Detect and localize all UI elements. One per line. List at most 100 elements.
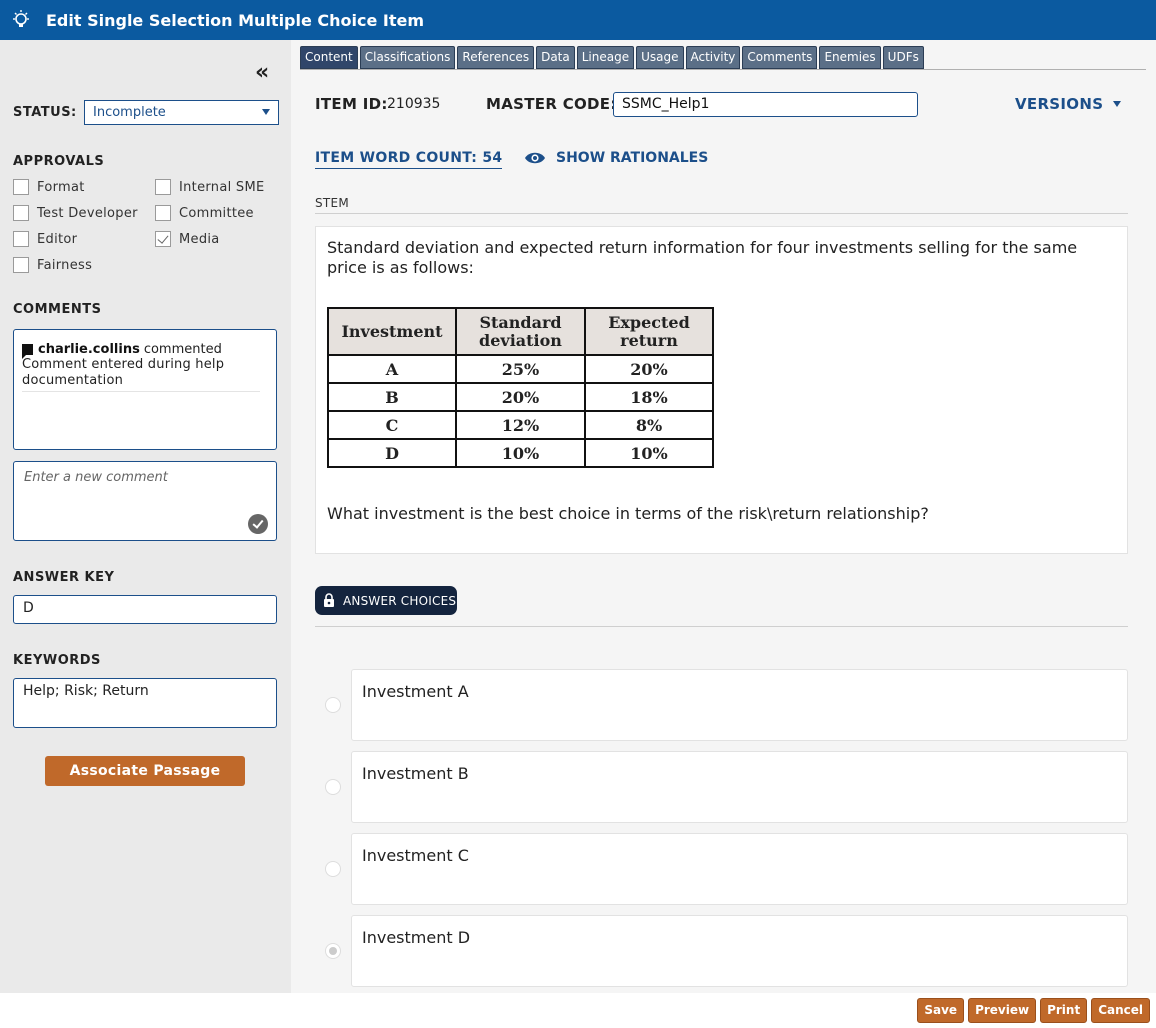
table-cell: 20% xyxy=(584,354,714,384)
answer-choice-c[interactable]: Investment C xyxy=(351,833,1128,905)
new-comment-placeholder: Enter a new comment xyxy=(24,470,168,485)
tab-data[interactable]: Data xyxy=(536,46,575,69)
stem-editor[interactable]: Standard deviation and expected return i… xyxy=(315,226,1128,554)
answer-radio-b[interactable] xyxy=(325,779,341,795)
approval-internal-sme[interactable]: Internal SME xyxy=(155,179,265,195)
show-rationales-toggle[interactable]: SHOW RATIONALES xyxy=(524,150,708,166)
tab-classifications[interactable]: Classifications xyxy=(359,46,456,69)
print-button[interactable]: Print xyxy=(1040,998,1088,1023)
answer-radio-d[interactable] xyxy=(325,943,341,959)
checkbox[interactable] xyxy=(13,179,29,195)
new-comment-input[interactable]: Enter a new comment xyxy=(13,461,277,541)
tab-comments[interactable]: Comments xyxy=(742,46,818,69)
stem-divider xyxy=(315,213,1128,214)
left-sidebar: « STATUS: Incomplete APPROVALS Format In… xyxy=(0,40,291,993)
lightbulb-icon xyxy=(13,10,29,27)
table-cell: 25% xyxy=(455,354,586,384)
table-cell: 10% xyxy=(584,438,714,468)
answer-choices-label: ANSWER CHOICES xyxy=(343,593,457,608)
versions-dropdown[interactable]: VERSIONS xyxy=(1015,95,1122,113)
comment-text: Comment entered during help documentatio… xyxy=(22,357,260,392)
table-row: B 20% 18% xyxy=(327,382,714,412)
table-row: C 12% 8% xyxy=(327,410,714,440)
master-code-label: MASTER CODE: xyxy=(486,95,617,113)
comments-list[interactable]: charlie.collins commented Comment entere… xyxy=(13,329,277,450)
answer-choices-button[interactable]: ANSWER CHOICES xyxy=(315,586,457,615)
tab-content[interactable]: Content xyxy=(300,46,358,69)
approval-committee[interactable]: Committee xyxy=(155,205,254,221)
item-id-value: 210935 xyxy=(387,96,441,112)
approval-media[interactable]: Media xyxy=(155,231,220,247)
tab-divider xyxy=(300,69,1146,70)
show-rationales-label: SHOW RATIONALES xyxy=(556,150,709,166)
master-code-input[interactable]: SSMC_Help1 xyxy=(613,92,918,117)
approval-editor[interactable]: Editor xyxy=(13,231,77,247)
tab-udfs[interactable]: UDFs xyxy=(882,46,924,69)
answer-divider xyxy=(315,626,1128,627)
answer-radio-c[interactable] xyxy=(325,861,341,877)
checkbox[interactable] xyxy=(155,179,171,195)
table-header: Expected return xyxy=(584,307,714,356)
answer-choice-text: Investment A xyxy=(362,682,469,701)
approval-label: Test Developer xyxy=(37,205,138,221)
table-cell: 8% xyxy=(584,410,714,440)
tab-enemies[interactable]: Enemies xyxy=(819,46,881,69)
table-cell: A xyxy=(327,354,457,384)
checkbox[interactable] xyxy=(155,205,171,221)
table-cell: 10% xyxy=(455,438,586,468)
tab-activity[interactable]: Activity xyxy=(685,46,741,69)
checkbox[interactable] xyxy=(13,231,29,247)
answer-choice-text: Investment C xyxy=(362,846,469,865)
answer-key-input[interactable]: D xyxy=(13,595,277,624)
table-cell: D xyxy=(327,438,457,468)
table-cell: 12% xyxy=(455,410,586,440)
tab-usage[interactable]: Usage xyxy=(636,46,684,69)
keywords-input[interactable]: Help; Risk; Return xyxy=(13,678,277,728)
answer-key-label: ANSWER KEY xyxy=(13,570,115,585)
approval-label: Format xyxy=(37,179,85,195)
cancel-button[interactable]: Cancel xyxy=(1091,998,1150,1023)
table-header: Standard deviation xyxy=(455,307,586,356)
collapse-sidebar-icon[interactable]: « xyxy=(255,60,269,85)
checkbox[interactable] xyxy=(13,205,29,221)
associate-passage-button[interactable]: Associate Passage xyxy=(45,756,245,786)
save-button[interactable]: Save xyxy=(917,998,965,1023)
footer-actions: Save Preview Print Cancel xyxy=(917,998,1150,1023)
comments-label: COMMENTS xyxy=(13,302,102,317)
stem-label: STEM xyxy=(315,196,350,210)
caret-down-icon xyxy=(1113,101,1122,107)
comment-icon xyxy=(22,344,33,359)
answer-choice-d[interactable]: Investment D xyxy=(351,915,1128,987)
versions-label: VERSIONS xyxy=(1015,95,1104,113)
answer-choice-a[interactable]: Investment A xyxy=(351,669,1128,741)
item-id-label: ITEM ID: xyxy=(315,95,388,113)
approval-label: Media xyxy=(179,231,220,247)
tab-lineage[interactable]: Lineage xyxy=(576,46,635,69)
approval-label: Fairness xyxy=(37,257,93,273)
approval-label: Committee xyxy=(179,205,254,221)
table-cell: 20% xyxy=(455,382,586,412)
status-select[interactable]: Incomplete xyxy=(84,100,279,125)
submit-comment-icon[interactable] xyxy=(248,514,268,534)
answer-choice-b[interactable]: Investment B xyxy=(351,751,1128,823)
chevron-down-icon xyxy=(262,109,270,115)
approval-test-developer[interactable]: Test Developer xyxy=(13,205,138,221)
status-value: Incomplete xyxy=(93,105,166,120)
checkbox[interactable] xyxy=(13,257,29,273)
item-word-count[interactable]: ITEM WORD COUNT: 54 xyxy=(315,150,503,169)
main-panel: Content Classifications References Data … xyxy=(291,40,1156,993)
answer-choice-text: Investment D xyxy=(362,928,471,947)
preview-button[interactable]: Preview xyxy=(968,998,1037,1023)
approval-label: Editor xyxy=(37,231,78,247)
tab-references[interactable]: References xyxy=(457,46,535,69)
eye-icon xyxy=(525,152,545,164)
approval-format[interactable]: Format xyxy=(13,179,85,195)
table-cell: 18% xyxy=(584,382,714,412)
investment-table: Investment Standard deviation Expected r… xyxy=(327,307,714,468)
answer-radio-a[interactable] xyxy=(325,697,341,713)
checkbox-checked[interactable] xyxy=(155,231,171,247)
approval-fairness[interactable]: Fairness xyxy=(13,257,92,273)
answer-choice-text: Investment B xyxy=(362,764,469,783)
title-bar: Edit Single Selection Multiple Choice It… xyxy=(0,0,1156,40)
approval-label: Internal SME xyxy=(179,179,265,195)
